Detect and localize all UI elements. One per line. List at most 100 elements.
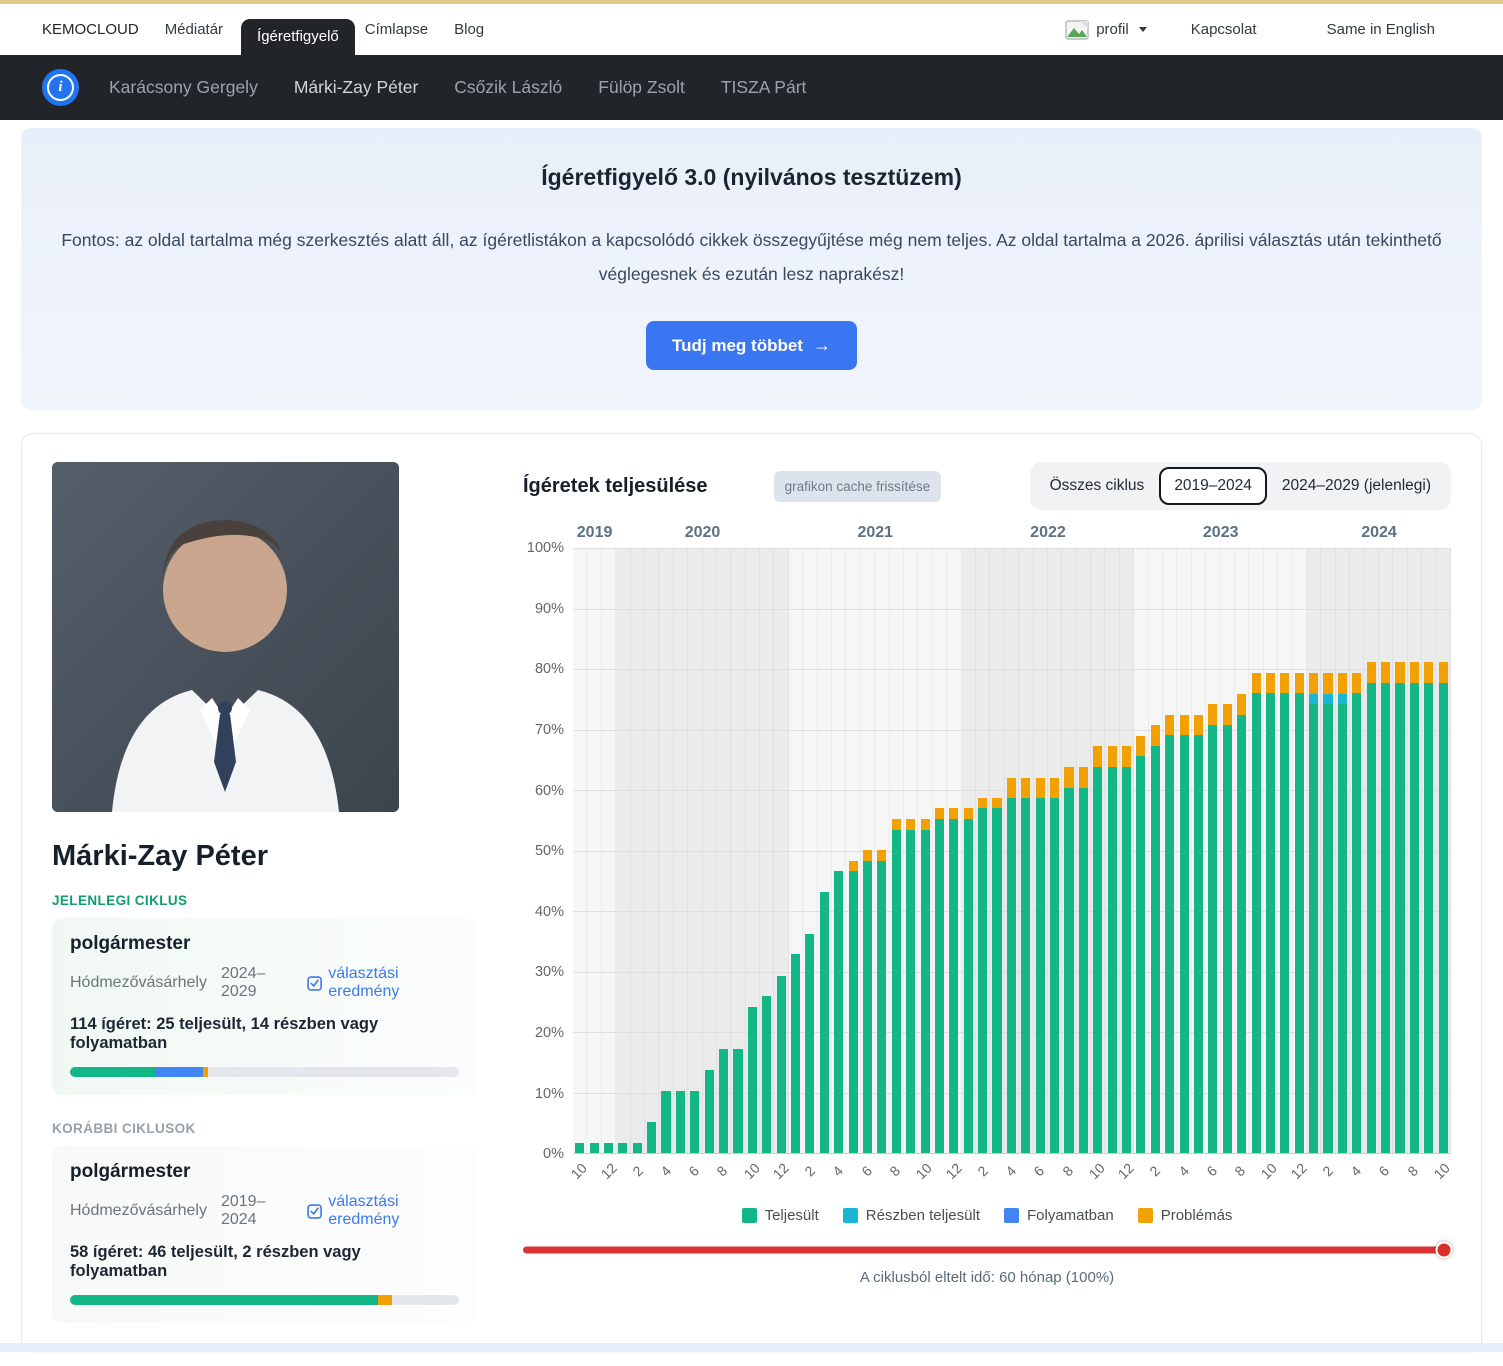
stacked-bar <box>877 850 886 1153</box>
subnav-fulop-zsolt[interactable]: Fülöp Zsolt <box>598 77 685 98</box>
tab-2019-2024-active[interactable]: 2019–2024 <box>1159 467 1267 505</box>
bar-slot <box>688 548 702 1153</box>
x-tick-label: 2 <box>629 1163 646 1180</box>
bar-segment-teljesült <box>1093 767 1102 1154</box>
bar-segment-problémás <box>1079 767 1088 788</box>
bar-segment-problémás <box>1194 715 1203 736</box>
bar-slot <box>645 548 659 1153</box>
bar-segment-részben-teljesült <box>1338 694 1347 704</box>
legend-label: Teljesült <box>765 1207 819 1224</box>
nav-link-language[interactable]: Same in English <box>1327 21 1435 38</box>
stacked-bar <box>1280 673 1289 1154</box>
subnav-csozik-laszlo[interactable]: Csőzik László <box>454 77 562 98</box>
elapsed-time-slider <box>523 1240 1451 1260</box>
bar-slot <box>731 548 745 1153</box>
slider-track[interactable] <box>523 1247 1451 1254</box>
current-promise-summary: 114 ígéret: 25 teljesült, 14 részben vag… <box>70 1015 459 1053</box>
x-tick-cell <box>819 1158 833 1198</box>
info-icon[interactable]: i <box>42 69 79 106</box>
x-tick-cell: 6 <box>862 1158 876 1198</box>
x-tick-cell <box>963 1158 977 1198</box>
stacked-bar <box>1323 673 1332 1153</box>
bar-slot <box>1249 548 1263 1153</box>
x-tick-cell <box>1249 1158 1263 1198</box>
y-tick-label: 40% <box>535 904 564 920</box>
bar-segment-teljesült <box>1108 767 1117 1154</box>
profile-photo <box>52 462 399 812</box>
x-tick-cell <box>847 1158 861 1198</box>
chevron-down-icon <box>1139 27 1147 32</box>
x-tick-label: 6 <box>1031 1163 1048 1180</box>
x-tick-label: 8 <box>886 1163 903 1180</box>
bar-slot <box>1364 548 1378 1153</box>
x-tick-cell <box>675 1158 689 1198</box>
profile-dropdown[interactable]: profil <box>1065 20 1147 40</box>
x-tick-cell: 4 <box>1006 1158 1020 1198</box>
bar-segment-teljesült <box>1295 693 1304 1153</box>
slider-caption: A ciklusból eltelt idő: 60 hónap (100%) <box>523 1269 1451 1286</box>
stacked-bar <box>676 1091 685 1153</box>
stacked-bar <box>633 1143 642 1153</box>
x-tick-label: 8 <box>1059 1163 1076 1180</box>
x-tick-label: 6 <box>858 1163 875 1180</box>
x-tick-label: 6 <box>1376 1163 1393 1180</box>
bar-segment-teljesült <box>863 861 872 1154</box>
bar-segment-teljesült <box>1021 798 1030 1153</box>
bar-segment-teljesült <box>1367 683 1376 1153</box>
y-tick-label: 20% <box>535 1025 564 1041</box>
legend-item-részben-teljesült[interactable]: Részben teljesült <box>843 1207 980 1224</box>
stacked-bar <box>1223 704 1232 1153</box>
bar-segment-problémás <box>1064 767 1073 788</box>
subnav-karacsony-gergely[interactable]: Karácsony Gergely <box>109 77 258 98</box>
bar-segment-teljesült <box>849 871 858 1153</box>
stacked-bar <box>791 954 800 1153</box>
legend-item-folyamatban[interactable]: Folyamatban <box>1004 1207 1114 1224</box>
bar-slot <box>1192 548 1206 1153</box>
current-election-result-link[interactable]: választási eredmény <box>307 965 459 1001</box>
tab-osszes-ciklus[interactable]: Összes ciklus <box>1035 467 1160 505</box>
bar-segment-problémás <box>992 798 1001 808</box>
subnav-tisza-part[interactable]: TISZA Párt <box>721 77 807 98</box>
bar-segment-teljesült <box>647 1122 656 1154</box>
x-tick-cell: 6 <box>1379 1158 1393 1198</box>
nav-link-cimlapse[interactable]: Címlapse <box>365 21 428 38</box>
tab-2024-2029[interactable]: 2024–2029 (jelenlegi) <box>1267 467 1446 505</box>
year-label-2021: 2021 <box>857 524 893 542</box>
previous-election-result-link[interactable]: választási eredmény <box>307 1193 459 1229</box>
x-tick-cell <box>1221 1158 1235 1198</box>
nav-link-blog[interactable]: Blog <box>454 21 484 38</box>
x-tick-cell: 8 <box>890 1158 904 1198</box>
chart-x-axis: 1012246810122468101224681012246810122468… <box>573 1158 1451 1198</box>
bar-segment-részben-teljesült <box>1323 694 1332 704</box>
promise-fulfillment-chart: 0%10%20%30%40%50%60%70%80%90%100% 201920… <box>523 524 1451 1198</box>
learn-more-button[interactable]: Tudj meg többet → <box>646 321 857 370</box>
bar-segment-teljesült <box>1151 746 1160 1153</box>
legend-item-teljesült[interactable]: Teljesült <box>742 1207 819 1224</box>
bar-slot <box>947 548 961 1153</box>
bar-segment-problémás <box>1223 704 1232 725</box>
bar-slot <box>1005 548 1019 1153</box>
bar-slot <box>1235 548 1249 1153</box>
progress-segment-teljesült <box>70 1067 155 1077</box>
x-tick-cell <box>791 1158 805 1198</box>
current-cycle-label: JELENLEGI CIKLUS <box>52 893 477 908</box>
stacked-bar <box>1295 673 1304 1154</box>
nav-link-kapcsolat[interactable]: Kapcsolat <box>1191 21 1257 38</box>
refresh-chart-cache-button[interactable]: grafikon cache frissítése <box>774 471 942 502</box>
brand-kemocloud[interactable]: KEMOCLOUD <box>42 21 139 38</box>
x-tick-cell <box>1337 1158 1351 1198</box>
politician-detail-card: Márki-Zay Péter JELENLEGI CIKLUS polgárm… <box>21 433 1482 1352</box>
x-tick-cell: 12 <box>1293 1158 1309 1198</box>
legend-item-problémás[interactable]: Problémás <box>1138 1207 1233 1224</box>
nav-tab-igeretfigyelo-active[interactable]: Ígéretfigyelő <box>241 19 355 55</box>
stacked-bar <box>1367 662 1376 1153</box>
legend-swatch <box>742 1208 757 1223</box>
subnav-marki-zay-peter[interactable]: Márki-Zay Péter <box>294 77 418 98</box>
bar-segment-teljesült <box>1395 683 1404 1153</box>
bar-slot <box>1321 548 1335 1153</box>
bar-slot <box>803 548 817 1153</box>
slider-handle[interactable] <box>1436 1242 1453 1259</box>
stacked-bar <box>820 892 829 1153</box>
politician-navbar: i Karácsony Gergely Márki-Zay Péter Csőz… <box>0 55 1503 120</box>
nav-link-mediatar[interactable]: Médiatár <box>165 21 223 38</box>
